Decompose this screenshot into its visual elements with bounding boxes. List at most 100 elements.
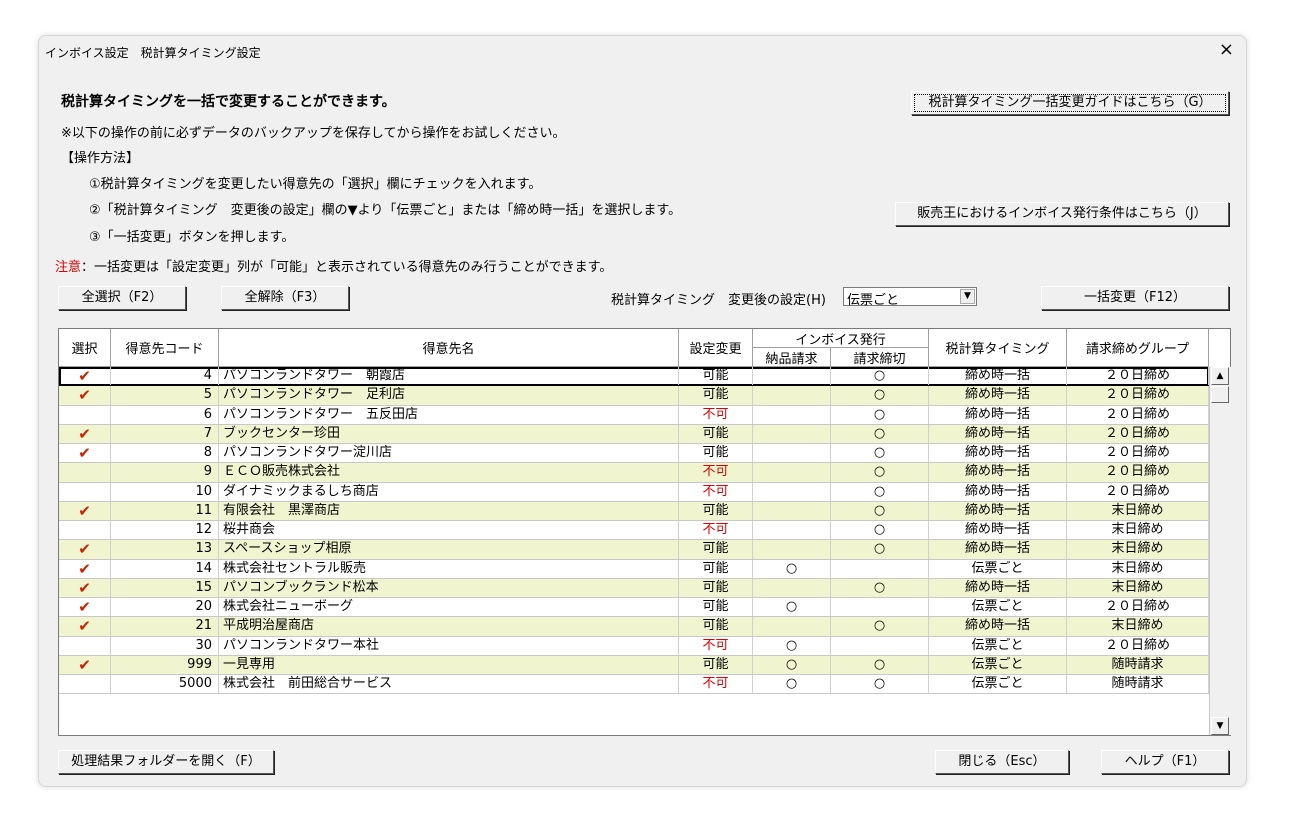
- setting-status: 可能: [679, 424, 753, 443]
- customer-code: 9: [111, 463, 219, 482]
- billing-group: ２０日締め: [1067, 463, 1209, 482]
- step-1: ①税計算タイミングを変更したい得意先の「選択」欄にチェックを入れます。: [89, 177, 542, 192]
- billing-group: 末日締め: [1067, 501, 1209, 520]
- customer-code: 30: [111, 636, 219, 655]
- select-checkbox[interactable]: [59, 521, 111, 540]
- timing-select[interactable]: 伝票ごと ▼: [843, 287, 977, 308]
- select-checkbox[interactable]: ✔: [59, 444, 111, 463]
- tax-timing: 締め時一括: [929, 501, 1067, 520]
- chevron-down-icon[interactable]: ▼: [960, 289, 975, 304]
- select-checkbox[interactable]: ✔: [59, 501, 111, 520]
- table-row[interactable]: 30 パソコンランドタワー本社 不可 ○ 伝票ごと ２０日締め: [59, 636, 1209, 656]
- select-checkbox[interactable]: ✔: [59, 578, 111, 597]
- select-checkbox[interactable]: ✔: [59, 386, 111, 405]
- setting-status: 不可: [679, 636, 753, 655]
- select-checkbox[interactable]: [59, 636, 111, 655]
- setting-status: 可能: [679, 444, 753, 463]
- scroll-up-icon[interactable]: ▲: [1211, 367, 1229, 385]
- table-row[interactable]: ✔ 7 ブックセンター珍田 可能 ○ 締め時一括 ２０日締め: [59, 424, 1209, 444]
- select-checkbox[interactable]: ✔: [59, 617, 111, 636]
- billing-invoice: ○: [831, 501, 929, 520]
- setting-status: 不可: [679, 675, 753, 694]
- customer-code: 14: [111, 559, 219, 578]
- close-icon[interactable]: ×: [1219, 40, 1234, 60]
- customer-name: 有限会社 黒澤商店: [219, 501, 679, 520]
- caution-line: 注意：一括変更は「設定変更」列が「可能」と表示されている得意先のみ行うことができ…: [55, 256, 612, 275]
- table-row[interactable]: ✔ 21 平成明治屋商店 可能 ○ 締め時一括 末日締め: [59, 617, 1209, 637]
- delivery-invoice: [753, 521, 831, 540]
- select-checkbox[interactable]: [59, 482, 111, 501]
- bulk-change-button[interactable]: 一括変更（F12）: [1041, 286, 1229, 310]
- customer-name: ダイナミックまるしち商店: [219, 482, 679, 501]
- select-checkbox[interactable]: [59, 675, 111, 694]
- tax-timing: 伝票ごと: [929, 598, 1067, 617]
- setting-status: 可能: [679, 617, 753, 636]
- billing-group: 末日締め: [1067, 559, 1209, 578]
- caution-label: 注意: [55, 260, 82, 275]
- open-folder-button[interactable]: 処理結果フォルダーを開く（F）: [58, 750, 274, 774]
- step-2: ②「税計算タイミング 変更後の設定」欄の▼より「伝票ごと」または「締め時一括」を…: [89, 203, 682, 218]
- table-row[interactable]: ✔ 4 パソコンランドタワー 朝霞店 可能 ○ 締め時一括 ２０日締め: [59, 367, 1209, 387]
- customer-name: パソコンランドタワー本社: [219, 636, 679, 655]
- customer-code: 999: [111, 655, 219, 674]
- delivery-invoice: [753, 617, 831, 636]
- customer-name: パソコンランドタワー淀川店: [219, 444, 679, 463]
- header-billing: 請求締切: [831, 348, 929, 367]
- dialog-window: インボイス設定 税計算タイミング設定 × 税計算タイミングを一括で変更することが…: [38, 35, 1247, 787]
- select-checkbox[interactable]: ✔: [59, 598, 111, 617]
- customer-code: 11: [111, 501, 219, 520]
- table-row[interactable]: ✔ 14 株式会社セントラル販売 可能 ○ 伝票ごと 末日締め: [59, 559, 1209, 579]
- customer-code: 5000: [111, 675, 219, 694]
- select-all-button[interactable]: 全選択（F2）: [58, 286, 186, 310]
- customer-name: パソコンブックランド松本: [219, 578, 679, 597]
- customer-name: ＥＣＯ販売株式会社: [219, 463, 679, 482]
- customer-code: 15: [111, 578, 219, 597]
- billing-invoice: ○: [831, 463, 929, 482]
- heading: 税計算タイミングを一括で変更することができます。: [61, 94, 396, 110]
- close-button[interactable]: 閉じる（Esc）: [935, 750, 1069, 774]
- setting-status: 可能: [679, 501, 753, 520]
- table-row[interactable]: 10 ダイナミックまるしち商店 不可 ○ 締め時一括 ２０日締め: [59, 482, 1209, 502]
- setting-status: 可能: [679, 367, 753, 386]
- table-row[interactable]: ✔ 15 パソコンブックランド松本 可能 ○ 締め時一括 末日締め: [59, 578, 1209, 598]
- customer-code: 20: [111, 598, 219, 617]
- billing-group: ２０日締め: [1067, 444, 1209, 463]
- header-timing: 税計算タイミング: [929, 329, 1067, 367]
- table-row[interactable]: 5000 株式会社 前田総合サービス 不可 ○ ○ 伝票ごと 随時請求: [59, 675, 1209, 695]
- customer-code: 6: [111, 405, 219, 424]
- table-row[interactable]: 6 パソコンランドタワー 五反田店 不可 ○ 締め時一括 ２０日締め: [59, 405, 1209, 425]
- tax-timing: 締め時一括: [929, 521, 1067, 540]
- guide-button[interactable]: 税計算タイミング一括変更ガイドはこちら（G）: [911, 91, 1229, 115]
- scroll-thumb[interactable]: [1211, 386, 1229, 403]
- scroll-down-icon[interactable]: ▼: [1211, 717, 1229, 735]
- delivery-invoice: ○: [753, 675, 831, 694]
- table-row[interactable]: ✔ 5 パソコンランドタワー 足利店 可能 ○ 締め時一括 ２０日締め: [59, 386, 1209, 406]
- table-row[interactable]: 12 桜井商会 不可 ○ 締め時一括 末日締め: [59, 521, 1209, 541]
- select-checkbox[interactable]: ✔: [59, 424, 111, 443]
- delivery-invoice: [753, 540, 831, 559]
- select-checkbox[interactable]: ✔: [59, 540, 111, 559]
- select-checkbox[interactable]: [59, 405, 111, 424]
- billing-group: ２０日締め: [1067, 367, 1209, 386]
- select-checkbox[interactable]: ✔: [59, 655, 111, 674]
- table-row[interactable]: ✔ 999 一見専用 可能 ○ ○ 伝票ごと 随時請求: [59, 655, 1209, 675]
- customer-code: 4: [111, 367, 219, 386]
- table-row[interactable]: ✔ 11 有限会社 黒澤商店 可能 ○ 締め時一括 末日締め: [59, 501, 1209, 521]
- table-row[interactable]: ✔ 13 スペースショップ相原 可能 ○ 締め時一括 末日締め: [59, 540, 1209, 560]
- select-checkbox[interactable]: [59, 463, 111, 482]
- tax-timing: 伝票ごと: [929, 655, 1067, 674]
- conditions-button[interactable]: 販売王におけるインボイス発行条件はこちら（J）: [895, 202, 1229, 226]
- billing-group: ２０日締め: [1067, 405, 1209, 424]
- setting-status: 可能: [679, 386, 753, 405]
- clear-all-button[interactable]: 全解除（F3）: [221, 286, 349, 310]
- delivery-invoice: [753, 501, 831, 520]
- select-checkbox[interactable]: ✔: [59, 559, 111, 578]
- vertical-scrollbar[interactable]: ▲ ▼: [1209, 367, 1231, 735]
- table-row[interactable]: 9 ＥＣＯ販売株式会社 不可 ○ 締め時一括 ２０日締め: [59, 463, 1209, 483]
- select-checkbox[interactable]: ✔: [59, 367, 111, 386]
- billing-group: 末日締め: [1067, 578, 1209, 597]
- table-row[interactable]: ✔ 8 パソコンランドタワー淀川店 可能 ○ 締め時一括 ２０日締め: [59, 444, 1209, 464]
- table-row[interactable]: ✔ 20 株式会社ニューボーグ 可能 ○ 伝票ごと ２０日締め: [59, 598, 1209, 618]
- billing-invoice: ○: [831, 578, 929, 597]
- help-button[interactable]: ヘルプ（F1）: [1101, 750, 1229, 774]
